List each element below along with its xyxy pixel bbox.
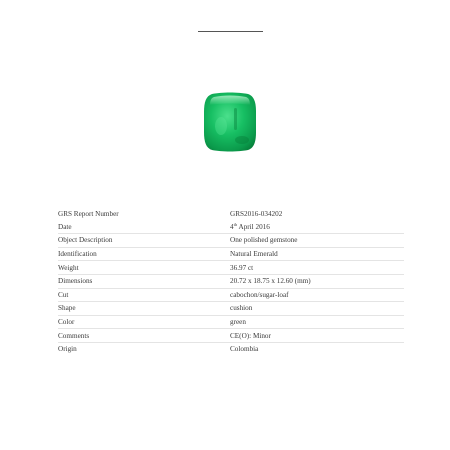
identification-label: Identification — [58, 247, 230, 262]
shape-value: cushion — [230, 301, 404, 316]
comments-label: Comments — [58, 328, 230, 343]
date-value: 4th April 2016 — [230, 220, 404, 235]
report-details-table: GRS Report Number GRS2016-034202 Date 4t… — [58, 208, 404, 356]
cut-label: Cut — [58, 288, 230, 303]
report-number-value: GRS2016-034202 — [230, 210, 283, 219]
comments-value: CE(O): Minor — [230, 328, 404, 343]
table-row: Identification Natural Emerald — [58, 247, 404, 262]
weight-value: 36.97 ct — [230, 260, 404, 275]
table-row: Color green — [58, 315, 404, 330]
object-description-label: Object Description — [58, 233, 230, 248]
cut-value: cabochon/sugar-loaf — [230, 288, 404, 303]
color-label: Color — [58, 315, 230, 330]
origin-value: Colombia — [230, 345, 259, 354]
emerald-gemstone-image — [204, 92, 256, 152]
table-row: Comments CE(O): Minor — [58, 328, 404, 343]
dimensions-value: 20.72 x 18.75 x 12.60 (mm) — [230, 274, 404, 289]
identification-value: Natural Emerald — [230, 247, 404, 262]
shape-label: Shape — [58, 301, 230, 316]
table-row: Cut cabochon/sugar-loaf — [58, 288, 404, 303]
color-value: green — [230, 315, 404, 330]
table-row: Origin Colombia — [58, 342, 404, 355]
table-row: Dimensions 20.72 x 18.75 x 12.60 (mm) — [58, 274, 404, 289]
gemstone-photo — [204, 92, 256, 152]
table-row: Shape cushion — [58, 301, 404, 316]
date-label: Date — [58, 220, 230, 235]
origin-label: Origin — [58, 345, 77, 354]
object-description-value: One polished gemstone — [230, 233, 404, 248]
date-rest: April 2016 — [237, 222, 270, 231]
report-number-label: GRS Report Number — [58, 210, 119, 219]
dimensions-label: Dimensions — [58, 274, 230, 289]
table-row: Weight 36.97 ct — [58, 260, 404, 275]
table-row: Date 4th April 2016 — [58, 220, 404, 235]
weight-label: Weight — [58, 260, 230, 275]
table-row: GRS Report Number GRS2016-034202 — [58, 208, 404, 221]
table-row: Object Description One polished gemstone — [58, 233, 404, 248]
header-rule — [198, 31, 263, 32]
